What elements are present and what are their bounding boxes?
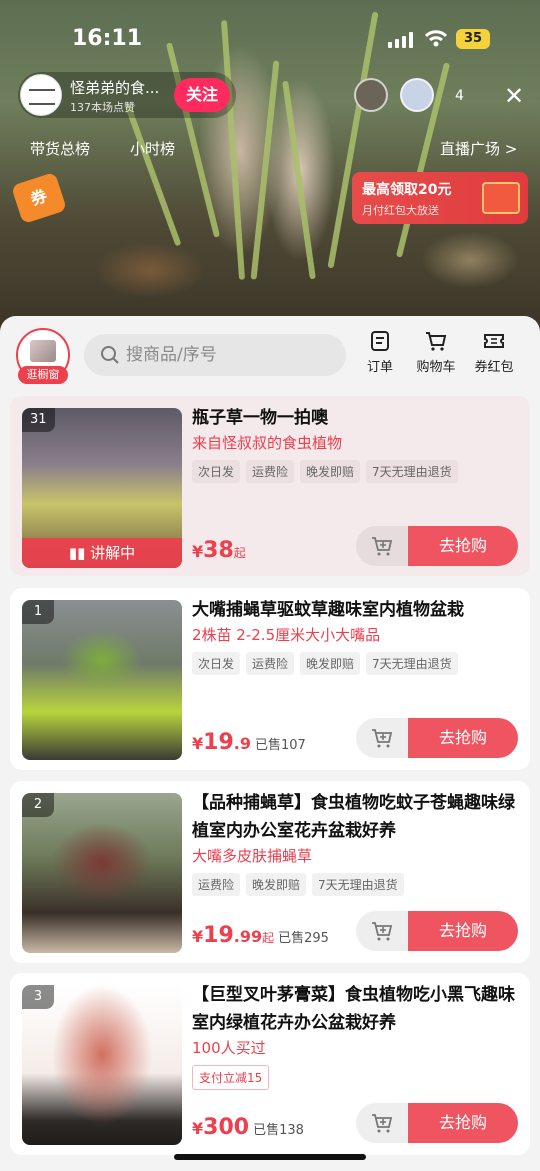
product-tags: 次日发 运费险 晚发即赔 7天无理由退货 xyxy=(192,460,458,483)
sold-count: 已售107 xyxy=(254,738,306,753)
search-bar[interactable] xyxy=(84,334,346,376)
add-to-cart-button[interactable] xyxy=(356,718,412,758)
live-plaza-link[interactable]: 直播广场 > xyxy=(440,138,517,159)
red-packet-banner[interactable]: 最高领取20元 月付红包大放送 xyxy=(352,172,528,224)
cart-label: 购物车 xyxy=(416,360,456,375)
product-number: 3 xyxy=(22,985,54,1009)
product-subtitle: 大嘴多皮肤捕蝇草 xyxy=(192,847,313,865)
add-cart-icon xyxy=(372,922,393,941)
shop-window-tag[interactable]: 逛橱窗 xyxy=(18,366,68,384)
product-tag: 次日发 xyxy=(192,460,241,483)
product-tag: 运费险 xyxy=(246,460,295,483)
red-packet-subtitle: 月付红包大放送 xyxy=(362,204,439,217)
add-to-cart-button[interactable] xyxy=(356,911,412,951)
product-card[interactable]: 2 【品种捕蝇草】食虫植物吃蚊子苍蝇趣味绿植室内办公室花卉盆栽好养 大嘴多皮肤捕… xyxy=(10,781,530,963)
close-icon[interactable]: ✕ xyxy=(504,84,524,108)
coupon-wallet-label: 券红包 xyxy=(474,360,514,375)
product-tag: 运费险 xyxy=(246,652,295,675)
product-image[interactable]: 31 ▮▮ 讲解中 xyxy=(22,408,182,568)
follow-button[interactable]: 关注 xyxy=(174,78,230,112)
order-icon xyxy=(371,331,389,351)
search-input[interactable] xyxy=(126,340,326,370)
product-image[interactable]: 2 xyxy=(22,793,182,953)
anchor-avatar[interactable] xyxy=(20,74,62,116)
search-icon xyxy=(101,346,119,364)
signal-icon xyxy=(388,32,413,48)
product-card[interactable]: 31 ▮▮ 讲解中 瓶子草一物一拍噢 来自怪叔叔的食虫植物 次日发 运费险 晚发… xyxy=(10,396,530,576)
product-tags: 支付立减15 xyxy=(192,1065,270,1090)
product-number: 2 xyxy=(22,793,54,817)
anchor-likes: 137本场点赞 xyxy=(70,101,135,114)
add-cart-icon xyxy=(372,729,393,748)
product-price: ¥38起 xyxy=(192,538,246,563)
product-price: ¥19.99起 已售295 xyxy=(192,923,329,948)
buy-now-button[interactable]: 去抢购 xyxy=(408,526,518,566)
anchor-name: 怪弟弟的食... xyxy=(70,79,160,97)
orders-label: 订单 xyxy=(366,360,393,375)
live-bars-icon: ▮▮ xyxy=(68,544,91,562)
buy-now-button[interactable]: 去抢购 xyxy=(408,718,518,758)
battery-indicator: 35 xyxy=(456,29,490,49)
orders-button[interactable]: 订单 xyxy=(352,330,408,375)
status-bar: 16:11 35 xyxy=(0,26,540,56)
product-tags: 次日发 运费险 晚发即赔 7天无理由退货 xyxy=(192,652,458,675)
explaining-badge: ▮▮ 讲解中 xyxy=(22,538,182,568)
product-number: 1 xyxy=(22,600,54,624)
product-tag: 7天无理由退货 xyxy=(366,652,458,675)
product-card[interactable]: 3 【巨型叉叶茅膏菜】食虫植物吃小黑飞趣味室内绿植花卉办公盆栽好养 100人买过… xyxy=(10,973,530,1155)
coupon-wallet-button[interactable]: 券红包 xyxy=(466,330,522,375)
product-subtitle: 2株苗 2-2.5厘米大小大嘴品 xyxy=(192,626,381,644)
sold-count: 已售295 xyxy=(278,931,329,946)
rank-total-link[interactable]: 带货总榜 xyxy=(30,138,90,159)
explaining-label: 讲解中 xyxy=(90,544,136,562)
rank-hour-link[interactable]: 小时榜 xyxy=(130,138,175,159)
product-title: 【巨型叉叶茅膏菜】食虫植物吃小黑飞趣味室内绿植花卉办公盆栽好养 xyxy=(192,985,515,1033)
add-cart-icon xyxy=(372,537,393,556)
anchor-info[interactable]: 怪弟弟的食... 137本场点赞 关注 xyxy=(18,72,236,118)
product-tag: 晚发即赔 xyxy=(300,652,361,675)
add-to-cart-button[interactable] xyxy=(356,526,412,566)
product-number: 31 xyxy=(22,408,55,432)
product-title: 瓶子草一物一拍噢 xyxy=(192,408,328,428)
cart-icon xyxy=(426,332,447,351)
product-card[interactable]: 1 大嘴捕蝇草驱蚊草趣味室内植物盆栽 2株苗 2-2.5厘米大小大嘴品 次日发 … xyxy=(10,588,530,770)
product-image[interactable]: 3 xyxy=(22,985,182,1145)
buy-now-button[interactable]: 去抢购 xyxy=(408,911,518,951)
product-tags: 运费险 晚发即赔 7天无理由退货 xyxy=(192,873,404,896)
red-envelope-icon xyxy=(482,182,520,214)
red-packet-title: 最高领取20元 xyxy=(362,182,452,198)
discount-tag: 支付立减15 xyxy=(192,1065,270,1090)
home-indicator[interactable] xyxy=(174,1154,366,1160)
status-time: 16:11 xyxy=(72,26,143,51)
coupon-icon xyxy=(484,334,504,348)
wifi-icon xyxy=(424,30,448,47)
add-to-cart-button[interactable] xyxy=(356,1103,412,1143)
viewer-count[interactable]: 4 xyxy=(455,88,464,104)
add-cart-icon xyxy=(372,1114,393,1133)
product-image[interactable]: 1 xyxy=(22,600,182,760)
product-tag: 7天无理由退货 xyxy=(312,873,404,896)
product-title: 大嘴捕蝇草驱蚊草趣味室内植物盆栽 xyxy=(192,600,464,620)
product-tag: 次日发 xyxy=(192,652,241,675)
product-tag: 运费险 xyxy=(192,873,241,896)
viewer-avatar[interactable] xyxy=(400,78,434,112)
product-subtitle: 来自怪叔叔的食虫植物 xyxy=(192,434,343,452)
product-tag: 7天无理由退货 xyxy=(366,460,458,483)
buy-now-button[interactable]: 去抢购 xyxy=(408,1103,518,1143)
sold-count: 已售138 xyxy=(253,1123,304,1138)
viewer-avatar[interactable] xyxy=(354,78,388,112)
cart-button[interactable]: 购物车 xyxy=(408,330,464,375)
product-subtitle: 100人买过 xyxy=(192,1039,266,1057)
product-price: ¥300 已售138 xyxy=(192,1115,304,1140)
product-title: 【品种捕蝇草】食虫植物吃蚊子苍蝇趣味绿植室内办公室花卉盆栽好养 xyxy=(192,793,515,841)
product-tag: 晚发即赔 xyxy=(246,873,307,896)
product-tag: 晚发即赔 xyxy=(300,460,361,483)
product-price: ¥19.9 已售107 xyxy=(192,730,306,755)
